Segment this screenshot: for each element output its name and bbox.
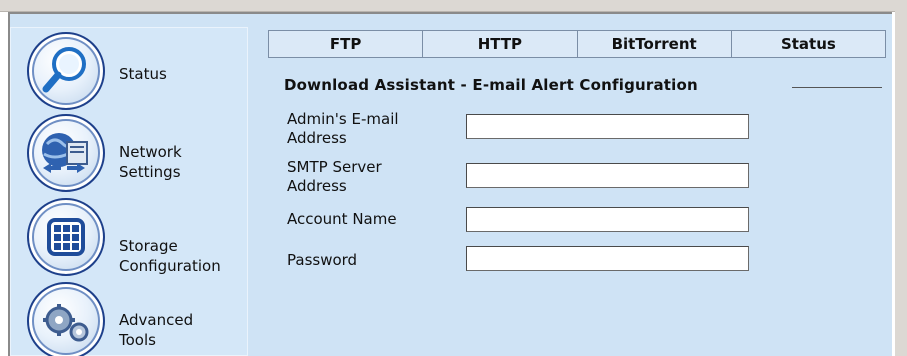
gears-icon: [27, 282, 105, 356]
title-divider: [792, 87, 882, 88]
account-name-input[interactable]: [466, 207, 749, 232]
admin-email-input[interactable]: [466, 114, 749, 139]
sidebar-item-advanced-tools[interactable]: Advanced Tools: [11, 280, 249, 356]
sidebar-item-network-settings[interactable]: Network Settings: [11, 114, 249, 194]
sidebar: Status Network Settings Storage Configur…: [10, 27, 248, 356]
smtp-server-label: SMTP Server Address: [287, 158, 382, 195]
sidebar-item-label: Advanced Tools: [119, 311, 194, 349]
sidebar-item-label: Network Settings: [119, 143, 182, 181]
account-name-label: Account Name: [287, 210, 397, 228]
tab-status[interactable]: Status: [732, 31, 885, 57]
top-window-frame: [0, 0, 907, 12]
admin-email-label: Admin's E-mail Address: [287, 110, 399, 147]
section-title: Download Assistant - E-mail Alert Config…: [284, 76, 698, 94]
tab-bar: FTP HTTP BitTorrent Status: [268, 30, 886, 58]
grid-storage-icon: [27, 198, 105, 276]
tab-bittorrent[interactable]: BitTorrent: [578, 31, 732, 57]
sidebar-item-storage-configuration[interactable]: Storage Configuration: [11, 196, 249, 276]
magnifier-icon: [27, 32, 105, 110]
password-label: Password: [287, 251, 358, 269]
tab-ftp[interactable]: FTP: [269, 31, 424, 57]
globe-network-icon: [27, 114, 105, 192]
smtp-server-input[interactable]: [466, 163, 749, 188]
sidebar-item-label: Storage Configuration: [119, 237, 221, 275]
sidebar-item-label: Status: [119, 65, 167, 83]
tab-http[interactable]: HTTP: [423, 31, 578, 57]
sidebar-item-status[interactable]: Status: [11, 28, 249, 110]
right-window-frame: [895, 0, 907, 356]
password-input[interactable]: [466, 246, 749, 271]
